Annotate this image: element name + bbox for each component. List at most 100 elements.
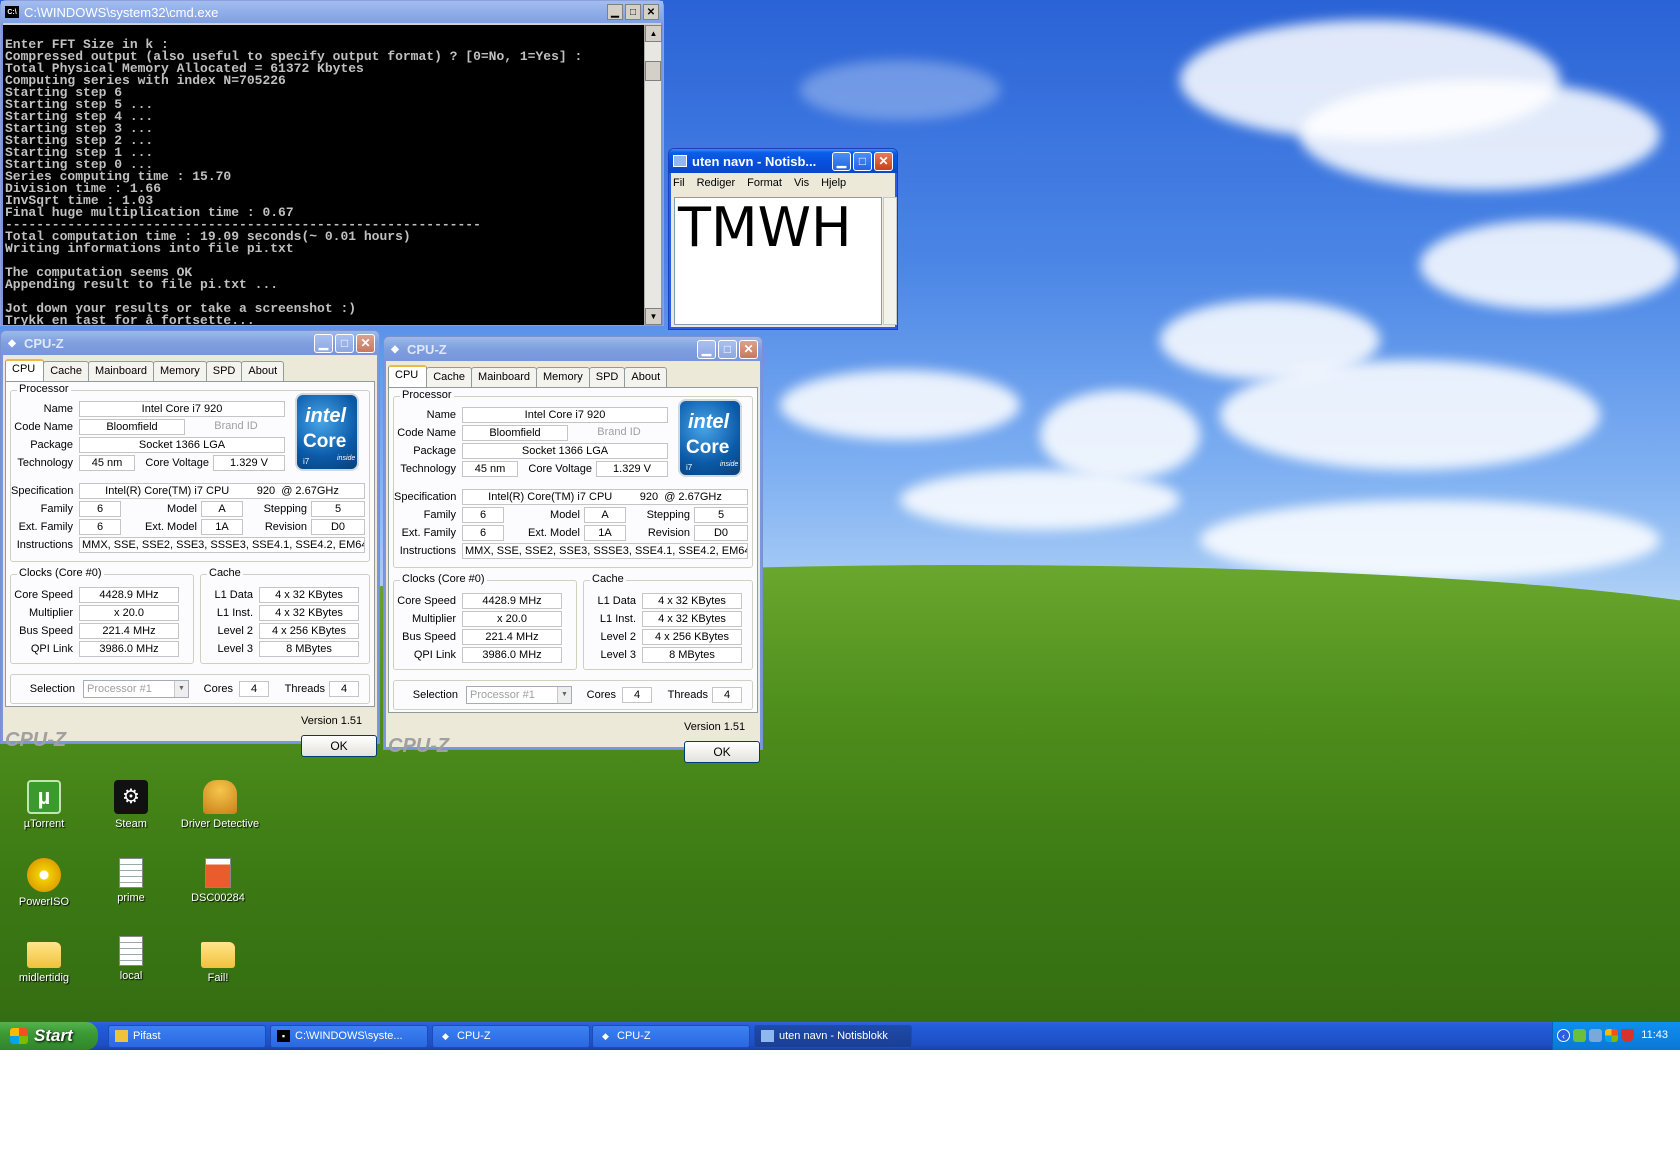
- selection-label: Selection: [29, 683, 75, 695]
- tab-spd[interactable]: SPD: [588, 367, 626, 387]
- processor-select[interactable]: Processor #1 ▼: [83, 680, 189, 698]
- cpuz-titlebar[interactable]: ◆ CPU-Z ▁ □ ✕: [1, 331, 379, 355]
- tab-mainboard[interactable]: Mainboard: [471, 367, 538, 387]
- chevron-down-icon: ▼: [174, 681, 188, 697]
- close-button[interactable]: ✕: [739, 339, 758, 359]
- scroll-down-arrow-icon[interactable]: ▼: [645, 308, 662, 325]
- desktop-icon-steam[interactable]: ⚙ Steam: [89, 780, 173, 830]
- start-button[interactable]: Start: [0, 1022, 98, 1050]
- package-label: Package: [413, 445, 456, 457]
- clock[interactable]: 11:43: [1641, 1029, 1668, 1041]
- cache-group: Cache L1 Data 4 x 32 KBytes L1 Inst. 4 x…: [200, 567, 370, 664]
- close-button[interactable]: ✕: [874, 151, 893, 171]
- desktop-icon-poweriso[interactable]: PowerISO: [2, 858, 86, 908]
- maximize-button[interactable]: □: [335, 333, 354, 353]
- ok-button[interactable]: OK: [684, 741, 760, 763]
- cmd-icon: C:\: [5, 6, 19, 18]
- tab-about[interactable]: About: [241, 361, 285, 381]
- console-line: Trykk en tast for å fortsette...: [5, 313, 255, 325]
- extmodel-value: 1A: [201, 519, 243, 535]
- desktop-icon-prime[interactable]: prime: [89, 858, 173, 904]
- tab-cache[interactable]: Cache: [426, 367, 473, 387]
- notepad-titlebar[interactable]: uten navn - Notisb... ▁ □ ✕: [669, 149, 897, 173]
- notepad-window[interactable]: uten navn - Notisb... ▁ □ ✕ Fil Rediger …: [668, 148, 898, 330]
- tab-memory[interactable]: Memory: [536, 367, 590, 387]
- processor-select[interactable]: Processor #1 ▼: [466, 686, 572, 704]
- desktop-icon-dsc00284[interactable]: DSC00284: [176, 858, 260, 904]
- intel-core-i7-logo: intel Core i7 inside: [295, 393, 359, 471]
- menu-format[interactable]: Format: [747, 177, 782, 189]
- menu-hjelp[interactable]: Hjelp: [821, 177, 846, 189]
- maximize-button[interactable]: □: [718, 339, 737, 359]
- technology-value: 45 nm: [462, 461, 518, 477]
- menu-vis[interactable]: Vis: [794, 177, 809, 189]
- desktop-icon-utorrent[interactable]: µ µTorrent: [2, 780, 86, 830]
- console-output[interactable]: Enter FFT Size in k : Compressed output (…: [3, 25, 645, 325]
- steam-tray-icon[interactable]: [1589, 1029, 1602, 1042]
- maximize-button[interactable]: □: [853, 151, 872, 171]
- tab-spd[interactable]: SPD: [205, 361, 243, 381]
- minimize-button[interactable]: ▁: [697, 339, 716, 359]
- menu-fil[interactable]: Fil: [673, 177, 685, 189]
- model-value: A: [201, 501, 243, 517]
- network-icon[interactable]: [1573, 1029, 1586, 1042]
- tab-bar: CPU Cache Mainboard Memory SPD About: [388, 365, 668, 387]
- scroll-thumb[interactable]: [645, 61, 661, 81]
- instructions-value: MMX, SSE, SSE2, SSE3, SSSE3, SSE4.1, SSE…: [79, 537, 365, 553]
- maximize-button[interactable]: □: [625, 4, 641, 20]
- image-file-icon: [205, 858, 231, 888]
- taskbar-item-cpuz-2[interactable]: ◆ CPU-Z: [592, 1025, 750, 1048]
- vertical-scrollbar[interactable]: ▲ ▼: [644, 25, 662, 325]
- cmd-window[interactable]: C:\ C:\WINDOWS\system32\cmd.exe ▁ □ ✕ En…: [0, 0, 664, 326]
- qpilink-value: 3986.0 MHz: [462, 647, 562, 663]
- multiplier-value: x 20.0: [462, 611, 562, 627]
- cpuz-icon: ◆: [8, 337, 16, 349]
- shield-icon[interactable]: [1621, 1029, 1634, 1042]
- tab-cpu[interactable]: CPU: [388, 365, 428, 387]
- vertical-scrollbar[interactable]: [883, 197, 897, 325]
- processor-group: Processor Name Intel Core i7 920 Code Na…: [393, 389, 753, 568]
- windows-flag-icon[interactable]: [1605, 1029, 1618, 1042]
- cpuz-footer-logo: CPU-Z: [388, 735, 450, 757]
- desktop-icon-label: µTorrent: [23, 818, 65, 830]
- close-button[interactable]: ✕: [356, 333, 375, 353]
- tab-mainboard[interactable]: Mainboard: [88, 361, 155, 381]
- clocks-group: Clocks (Core #0) Core Speed 4428.9 MHz M…: [393, 573, 577, 670]
- spec-value: Intel(R) Core(TM) i7 CPU 920 @ 2.67GHz: [79, 483, 365, 499]
- text-area[interactable]: TMWH: [674, 197, 882, 325]
- cpuz-titlebar[interactable]: ◆ CPU-Z ▁ □ ✕: [384, 337, 762, 361]
- window-title: C:\WINDOWS\system32\cmd.exe: [24, 4, 219, 20]
- cmd-titlebar[interactable]: C:\ C:\WINDOWS\system32\cmd.exe ▁ □ ✕: [1, 1, 663, 23]
- revision-value: D0: [694, 525, 748, 541]
- ok-button[interactable]: OK: [301, 735, 377, 757]
- l1inst-label: L1 Inst.: [599, 613, 636, 625]
- minimize-button[interactable]: ▁: [607, 4, 623, 20]
- busspeed-value: 221.4 MHz: [462, 629, 562, 645]
- cpuz-window-1[interactable]: ◆ CPU-Z ▁ □ ✕ CPU Cache Mainboard Memory…: [0, 330, 380, 757]
- selection-label: Selection: [412, 689, 458, 701]
- desktop-icon-local[interactable]: local: [89, 936, 173, 982]
- task-label: C:\WINDOWS\syste...: [295, 1030, 403, 1042]
- tab-about[interactable]: About: [624, 367, 668, 387]
- scroll-up-arrow-icon[interactable]: ▲: [645, 25, 662, 42]
- cpuz-window-2[interactable]: ◆ CPU-Z ▁ □ ✕ CPU Cache Mainboard Memory…: [383, 336, 763, 763]
- brandid-label: Brand ID: [214, 420, 258, 432]
- taskbar-item-pifast[interactable]: Pifast: [108, 1025, 266, 1048]
- corespeed-value: 4428.9 MHz: [462, 593, 562, 609]
- group-label: Processor: [400, 389, 454, 401]
- desktop-icon-midlertidig[interactable]: midlertidig: [2, 936, 86, 984]
- desktop-icon-driver-detective[interactable]: Driver Detective: [176, 780, 264, 830]
- taskbar-item-notepad[interactable]: uten navn - Notisblokk: [754, 1025, 912, 1048]
- close-button[interactable]: ✕: [643, 4, 659, 20]
- tab-cpu[interactable]: CPU: [5, 359, 45, 381]
- taskbar-item-cmd[interactable]: ▪ C:\WINDOWS\syste...: [270, 1025, 428, 1048]
- level3-value: 8 MBytes: [259, 641, 359, 657]
- tab-cache[interactable]: Cache: [43, 361, 90, 381]
- taskbar-item-cpuz-1[interactable]: ◆ CPU-Z: [432, 1025, 590, 1048]
- chevron-left-icon[interactable]: ‹: [1557, 1029, 1570, 1042]
- tab-memory[interactable]: Memory: [153, 361, 207, 381]
- desktop-icon-fail[interactable]: Fail!: [176, 936, 260, 984]
- menu-rediger[interactable]: Rediger: [697, 177, 736, 189]
- minimize-button[interactable]: ▁: [832, 151, 851, 171]
- minimize-button[interactable]: ▁: [314, 333, 333, 353]
